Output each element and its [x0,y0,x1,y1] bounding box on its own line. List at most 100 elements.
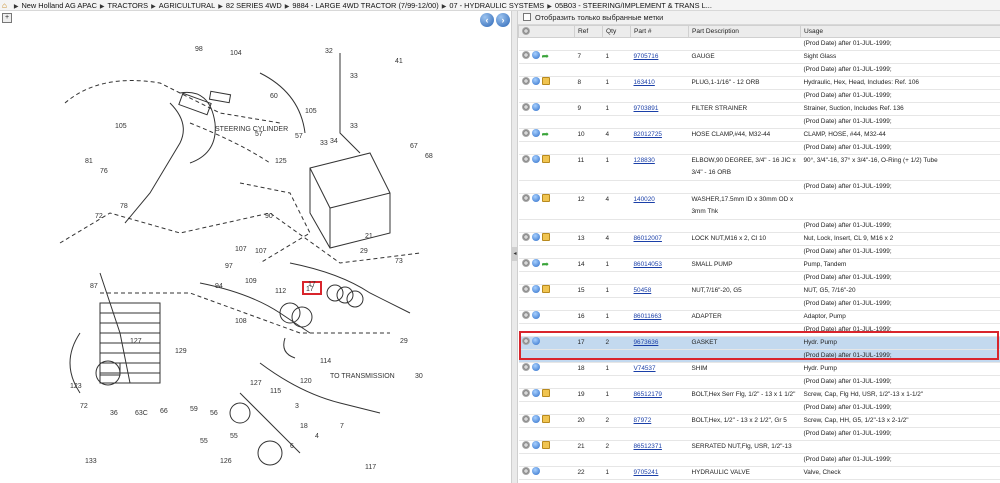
callout-number[interactable]: 87 [90,283,98,290]
callout-number[interactable]: 66 [160,408,168,415]
breadcrumb-item[interactable]: 07 - HYDRAULIC SYSTEMS [449,1,544,10]
callout-number[interactable]: 108 [235,318,247,325]
gear-icon[interactable] [521,103,530,111]
callout-number[interactable]: 78 [120,203,128,210]
info-icon[interactable] [531,467,540,475]
table-row[interactable]: 22 1 9705241 HYDRAULIC VALVE Valve, Check [518,466,1000,480]
callout-number[interactable]: 41 [395,58,403,65]
callout-number[interactable]: 57 [295,133,303,140]
selected-table-row[interactable]: 17 2 9673636 GASKET Hydr. Pump [518,336,1000,350]
part-number-link[interactable]: 9673636 [634,339,659,346]
callout-number[interactable]: 81 [85,158,93,165]
table-row[interactable]: 12 4 140020 WASHER,17.5mm ID x 30mm OD x 3m… [518,193,1000,220]
table-row[interactable]: (Prod Date) after 01-JUL-1999; [518,453,1000,467]
table-row[interactable]: 15 1 50458 NUT,7/16"-20, G5 NUT, G5, 7/16"-2… [518,284,1000,298]
package-icon[interactable] [541,415,550,423]
home-icon[interactable]: ⌂ [2,1,7,10]
green-arrow-icon[interactable]: ➦ [542,130,550,139]
table-row[interactable]: (Prod Date) after 01-JUL-1999; [518,323,1000,337]
callout-number[interactable]: 3 [295,403,299,410]
table-row[interactable]: 20 2 87972 BOLT,Hex, 1/2" - 13 x 2 1/2", Gr… [518,414,1000,428]
green-arrow-icon[interactable]: ➦ [542,260,550,269]
info-icon[interactable] [531,441,540,449]
callout-number[interactable]: 56 [210,410,218,417]
callout-number[interactable]: 17 [308,281,316,288]
callout-number[interactable]: 105 [305,108,317,115]
info-icon[interactable] [531,77,540,85]
table-row[interactable]: 8 1 163410 PLUG,1-1/16" - 12 ORB Hydraulic, … [518,76,1000,90]
callout-number[interactable]: 7 [340,423,344,430]
part-number-link[interactable]: 163410 [634,79,655,86]
info-icon[interactable] [531,233,540,241]
selected-table-row[interactable]: (Prod Date) after 01-JUL-1999; [518,349,1000,363]
table-row[interactable]: (Prod Date) after 01-JUL-1999; [518,141,1000,155]
part-number-link[interactable]: 86512371 [634,443,662,450]
breadcrumb-item[interactable]: 05B03 - STEERING/IMPLEMENT & TRANS L... [555,1,712,10]
part-number-link[interactable]: 9705241 [634,469,659,476]
callout-number[interactable]: 97 [225,263,233,270]
table-row[interactable]: (Prod Date) after 01-JUL-1999; [518,37,1000,51]
zoom-icon[interactable]: + [2,13,12,23]
gear-icon[interactable] [521,285,530,293]
info-icon[interactable] [531,103,540,111]
part-number-link[interactable]: 9705716 [634,53,659,60]
callout-number[interactable]: 21 [365,233,373,240]
gear-icon[interactable] [521,415,530,423]
gear-icon[interactable] [521,337,530,345]
callout-number[interactable]: 33 [350,73,358,80]
table-row[interactable]: 9 1 9703891 FILTER STRAINER Strainer, Suctio… [518,102,1000,116]
table-row[interactable]: 13 4 86012007 LOCK NUT,M16 x 2, Cl 10 Nut, L… [518,232,1000,246]
callout-number[interactable]: 72 [95,213,103,220]
table-row[interactable]: ➦ 7 1 9705716 GAUGE Sight Glass [518,50,1000,64]
callout-number[interactable]: 60 [270,93,278,100]
callout-number[interactable]: 67 [410,143,418,150]
table-row[interactable]: (Prod Date) after 01-JUL-1999; [518,427,1000,441]
callout-number[interactable]: 120 [300,378,312,385]
table-row[interactable]: (Prod Date) after 01-JUL-1999; [518,271,1000,285]
package-icon[interactable] [541,285,550,293]
callout-number[interactable]: 73 [395,258,403,265]
next-arrow-icon[interactable]: › [496,13,510,27]
callout-number[interactable]: 29 [360,248,368,255]
gear-icon[interactable] [521,259,530,267]
info-icon[interactable] [531,311,540,319]
green-arrow-icon[interactable]: ➦ [542,52,550,61]
table-row[interactable]: (Prod Date) after 01-JUL-1999; [518,63,1000,77]
callout-number[interactable]: 104 [230,50,242,57]
callout-number[interactable]: 6 [290,443,294,450]
callout-number[interactable]: 125 [275,158,287,165]
callout-number[interactable]: 18 [300,423,308,430]
table-row[interactable]: (Prod Date) after 01-JUL-1999; [518,115,1000,129]
info-icon[interactable] [531,259,540,267]
package-icon[interactable] [541,441,550,449]
callout-number[interactable]: 127 [250,380,262,387]
callout-number[interactable]: 90 [265,213,273,220]
callout-number[interactable]: 72 [80,403,88,410]
part-number-link[interactable]: 87972 [634,417,652,424]
info-icon[interactable] [531,389,540,397]
exploded-parts-diagram[interactable]: 17 STEERING CYLINDER TO TRANSMISSION 98 1… [40,33,460,473]
table-row[interactable]: ➦ 10 4 82012725 HOSE CLAMP,#44, M32-44 CLAMP,… [518,128,1000,142]
breadcrumb-item[interactable]: New Holland AG APAC [21,1,96,10]
table-row[interactable]: (Prod Date) after 01-JUL-1999; [518,297,1000,311]
table-row[interactable]: (Prod Date) after 01-JUL-1999; [518,219,1000,233]
info-icon[interactable] [531,337,540,345]
table-row[interactable]: (Prod Date) after 01-JUL-1999; [518,401,1000,415]
gear-icon[interactable] [521,129,530,137]
callout-number[interactable]: 76 [100,168,108,175]
column-header-qty[interactable]: Qty [602,25,631,38]
callout-number[interactable]: 107 [235,246,247,253]
table-row[interactable]: 16 1 86011663 ADAPTER Adaptor, Pump [518,310,1000,324]
gear-icon[interactable] [521,467,530,475]
package-icon[interactable] [541,233,550,241]
part-number-link[interactable]: 140020 [634,196,655,203]
table-row[interactable]: (Prod Date) after 01-JUL-1999; [518,375,1000,389]
show-selected-checkbox[interactable] [523,13,531,21]
info-icon[interactable] [531,415,540,423]
callout-number[interactable]: 94 [215,283,223,290]
column-header-ref[interactable]: Ref [574,25,603,38]
part-number-link[interactable]: 86011663 [634,313,662,320]
callout-number[interactable]: 55 [230,433,238,440]
part-number-link[interactable]: 50458 [634,287,652,294]
gear-icon[interactable] [521,311,530,319]
